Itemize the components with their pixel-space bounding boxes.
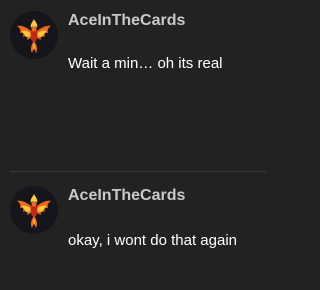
chat-message: AceInTheCards okay, i wont do that again bbox=[0, 175, 266, 275]
username[interactable]: AceInTheCards bbox=[68, 12, 185, 30]
phoenix-icon bbox=[17, 194, 51, 228]
phoenix-icon bbox=[17, 19, 51, 53]
message-text: okay, i wont do that again bbox=[68, 232, 237, 249]
username[interactable]: AceInTheCards bbox=[68, 187, 185, 205]
message-divider bbox=[10, 171, 266, 172]
avatar[interactable] bbox=[10, 186, 58, 234]
avatar[interactable] bbox=[10, 11, 58, 59]
chat-message: AceInTheCards Wait a min… oh its real bbox=[0, 0, 266, 100]
message-text: Wait a min… oh its real bbox=[68, 55, 223, 72]
